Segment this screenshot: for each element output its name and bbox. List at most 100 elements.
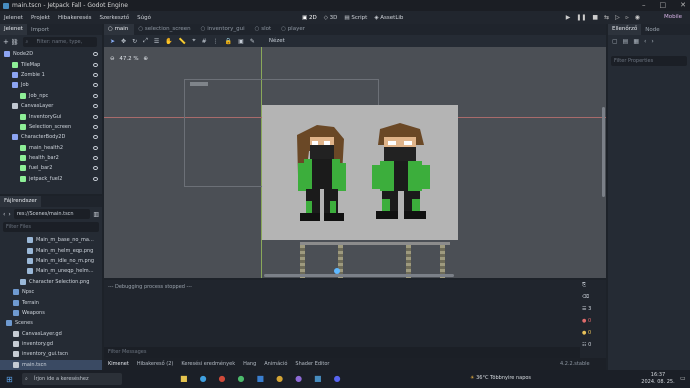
health-bar-node[interactable]	[190, 82, 208, 86]
file-tree-item[interactable]: Weapons	[0, 308, 102, 318]
visibility-icon[interactable]	[93, 72, 98, 77]
file-tree-item[interactable]: main.tscn	[0, 359, 102, 371]
menu-editor[interactable]: Szerkesztő	[95, 15, 133, 21]
add-node-icon[interactable]: +	[3, 38, 9, 46]
file-tree-item[interactable]: Main_m_uneqp_helm…	[0, 266, 102, 276]
bottom-tab[interactable]: Keresési eredmények	[177, 361, 239, 367]
open-icon[interactable]: ▤	[623, 38, 629, 45]
file-tree-item[interactable]: Main_m_idle_no_m.png	[0, 256, 102, 266]
snap-icon[interactable]: ⌖	[192, 37, 195, 45]
workspace-assetlib-button[interactable]: ◈ AssetLib	[374, 15, 403, 21]
file-tree-item[interactable]: Terrain	[0, 297, 102, 307]
file-tree-item[interactable]: CanvasLayer.gd	[0, 329, 102, 339]
output-filter-input[interactable]: Filter Messages	[104, 347, 580, 358]
play-icon[interactable]: ▶	[566, 14, 571, 21]
path-field[interactable]: res://Scenes/main.tscn	[13, 209, 91, 219]
edge-browser-icon[interactable]: ●	[200, 374, 207, 383]
godot-taskbar-icon[interactable]: ■	[314, 374, 322, 383]
character-selection-sprite[interactable]	[262, 105, 458, 240]
bottom-tab[interactable]: Animáció	[260, 361, 291, 367]
scene-tree-item[interactable]: Job	[0, 80, 102, 90]
back-arrow-icon[interactable]: ‹	[3, 211, 5, 218]
workspace-3d-button[interactable]: ◇ 3D	[324, 15, 338, 21]
zoom-out-icon[interactable]: ⊖	[110, 56, 115, 62]
scene-tree-item[interactable]: CharacterBody2D	[0, 132, 102, 142]
new-resource-icon[interactable]: ▢	[612, 38, 618, 45]
remote-debug-icon[interactable]: ⇆	[604, 14, 609, 21]
minimize-button[interactable]: –	[642, 0, 646, 11]
tab-import[interactable]: Import	[27, 27, 53, 33]
app-icon[interactable]: ●	[238, 374, 245, 383]
scene-tree-item[interactable]: Zombie 1	[0, 70, 102, 80]
log-count[interactable]: ☰ 3	[582, 306, 604, 318]
pan-tool-icon[interactable]: ✋	[165, 38, 172, 45]
file-tree-item[interactable]: inventory.gd	[0, 339, 102, 349]
history-back-icon[interactable]: ‹	[644, 38, 646, 45]
inspector-filter-input[interactable]: Filter Properties	[611, 56, 687, 66]
bottom-tab[interactable]: Kimenet	[104, 361, 133, 367]
group-icon[interactable]: ▣	[238, 38, 244, 45]
workspace-2d-button[interactable]: ▣ 2D	[302, 15, 317, 21]
menu-help[interactable]: Súgó	[133, 15, 155, 21]
link-icon[interactable]: ⛓	[11, 39, 19, 46]
visibility-icon[interactable]	[93, 104, 98, 109]
scene-tree-item[interactable]: Job_npc	[0, 91, 102, 101]
scene-tree-item[interactable]: Node2D	[0, 49, 102, 59]
forward-arrow-icon[interactable]: ›	[8, 211, 10, 218]
visibility-icon[interactable]	[93, 114, 98, 119]
tab-filesystem[interactable]: Fájlrendszer	[0, 196, 41, 207]
bottom-tab[interactable]: Hang	[239, 361, 260, 367]
app-icon[interactable]: ●	[295, 374, 302, 383]
visibility-icon[interactable]	[93, 176, 98, 181]
workspace-script-button[interactable]: ▤ Script	[344, 15, 367, 21]
visibility-icon[interactable]	[93, 145, 98, 150]
app-icon[interactable]: ●	[219, 374, 226, 383]
visibility-icon[interactable]	[93, 62, 98, 67]
visibility-icon[interactable]	[93, 124, 98, 129]
visibility-icon[interactable]	[93, 156, 98, 161]
zoom-level[interactable]: 47.2 %	[119, 56, 138, 62]
error-count[interactable]: ● 0	[582, 318, 604, 330]
menu-scene[interactable]: Jelenet	[0, 15, 27, 21]
bottom-tab[interactable]: Shader Editor	[291, 361, 333, 367]
scene-tree-item[interactable]: InventoryGui	[0, 111, 102, 121]
scale-tool-icon[interactable]: ⤢	[143, 37, 148, 45]
more-options-icon[interactable]: ⋮	[213, 38, 219, 45]
maximize-button[interactable]: □	[660, 0, 667, 11]
app-icon[interactable]: ■	[257, 374, 265, 383]
select-tool-icon[interactable]: ➤	[110, 38, 115, 45]
scene-tab[interactable]: ○ selection_screen	[134, 24, 196, 35]
stop-icon[interactable]: ■	[592, 14, 598, 21]
canvas-viewport[interactable]: ⊖ 47.2 % ⊕	[104, 47, 606, 278]
rotate-tool-icon[interactable]: ↻	[132, 38, 137, 45]
file-tree-item[interactable]: Character Selection.png	[0, 277, 102, 287]
play-custom-icon[interactable]: ▹	[626, 14, 629, 21]
file-explorer-icon[interactable]: ■	[180, 374, 188, 383]
file-tree-item[interactable]: Npsc	[0, 287, 102, 297]
save-icon[interactable]: ▦	[633, 38, 639, 45]
scene-tab[interactable]: ○ main	[104, 24, 135, 35]
bone-icon[interactable]: ✎	[250, 38, 255, 45]
file-tree-item[interactable]: Scenes	[0, 318, 102, 328]
lock-icon[interactable]: 🔒	[225, 38, 232, 45]
renderer-select[interactable]: Mobile	[664, 14, 682, 20]
visibility-icon[interactable]	[93, 166, 98, 171]
tab-node[interactable]: Node	[641, 27, 663, 33]
file-tree-item[interactable]: Main_m_helm_eqp.png	[0, 245, 102, 255]
movie-maker-icon[interactable]: ◉	[635, 14, 640, 21]
menu-project[interactable]: Projekt	[27, 15, 54, 21]
weather-widget[interactable]: ☀ 36°C Többnyire napos	[470, 375, 531, 381]
visibility-icon[interactable]	[93, 93, 98, 98]
notification-icon[interactable]: ▭	[680, 375, 686, 382]
zoom-in-icon[interactable]: ⊕	[143, 56, 148, 62]
scene-tree-item[interactable]: health_bar2	[0, 153, 102, 163]
play-current-icon[interactable]: ▷	[615, 14, 620, 21]
scene-tree-item[interactable]: jetpack_fuel2	[0, 174, 102, 184]
windows-start-icon[interactable]: ⊞	[6, 375, 13, 384]
grid-icon[interactable]: #	[202, 38, 207, 45]
message-count[interactable]: ☷ 0	[582, 342, 604, 354]
warning-count[interactable]: ● 0	[582, 330, 604, 342]
scene-tree-item[interactable]: fuel_bar2	[0, 163, 102, 173]
view-menu[interactable]: Nézet	[269, 38, 285, 44]
clock[interactable]: 16:37 2024. 08. 25.	[640, 372, 676, 386]
